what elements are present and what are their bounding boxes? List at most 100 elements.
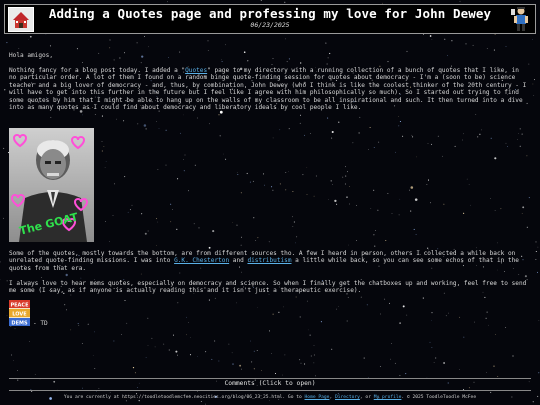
star bbox=[113, 340, 115, 342]
star bbox=[490, 391, 492, 393]
star bbox=[330, 180, 332, 182]
footer-directory-link[interactable]: Directory bbox=[335, 395, 360, 400]
star bbox=[101, 141, 103, 142]
star bbox=[410, 210, 412, 212]
star bbox=[459, 369, 460, 370]
star bbox=[495, 334, 496, 335]
star bbox=[177, 302, 179, 304]
intro-text-b: " page to my directory with a running co… bbox=[9, 67, 527, 112]
star bbox=[398, 214, 400, 216]
star bbox=[274, 372, 277, 375]
star bbox=[237, 174, 239, 176]
star bbox=[6, 42, 8, 44]
star bbox=[488, 324, 489, 326]
star bbox=[188, 322, 189, 323]
star bbox=[304, 134, 305, 136]
star bbox=[443, 362, 446, 364]
star bbox=[65, 273, 68, 277]
star bbox=[156, 245, 157, 246]
star bbox=[257, 307, 258, 308]
star bbox=[236, 302, 237, 304]
star bbox=[521, 133, 523, 135]
page-title: Adding a Quotes page and professing my l… bbox=[48, 6, 492, 21]
star bbox=[94, 368, 96, 370]
star bbox=[64, 304, 66, 306]
distributism-link[interactable]: distributism bbox=[247, 257, 291, 264]
star bbox=[443, 203, 445, 205]
star bbox=[82, 114, 83, 116]
star bbox=[205, 351, 207, 353]
star bbox=[140, 273, 142, 275]
footer-profile-link[interactable]: My profile bbox=[374, 395, 402, 400]
divider bbox=[9, 378, 531, 379]
star bbox=[493, 365, 495, 367]
star bbox=[4, 89, 6, 91]
footer-home-link[interactable]: Home Page bbox=[305, 395, 330, 400]
star bbox=[315, 175, 317, 177]
star bbox=[342, 176, 344, 178]
star bbox=[240, 192, 242, 194]
star bbox=[137, 387, 139, 388]
star bbox=[435, 357, 437, 359]
footer-text-c: , or bbox=[359, 395, 374, 400]
star bbox=[310, 355, 312, 357]
star bbox=[368, 149, 369, 150]
star bbox=[378, 141, 380, 143]
star bbox=[472, 44, 474, 46]
star bbox=[466, 178, 468, 180]
star bbox=[190, 337, 191, 338]
quotes-link[interactable]: Quotes bbox=[185, 67, 207, 74]
star bbox=[470, 204, 471, 206]
star bbox=[271, 64, 273, 65]
star bbox=[250, 340, 251, 342]
star bbox=[221, 59, 222, 61]
star bbox=[189, 354, 192, 356]
star bbox=[313, 345, 315, 346]
star bbox=[497, 242, 498, 244]
star bbox=[284, 38, 286, 40]
star bbox=[175, 350, 178, 353]
chesterton-link[interactable]: G.K. Chesterton bbox=[174, 257, 229, 264]
star bbox=[144, 36, 145, 37]
star bbox=[414, 198, 418, 201]
star bbox=[427, 179, 430, 181]
star bbox=[34, 374, 36, 375]
star bbox=[211, 358, 213, 360]
star bbox=[519, 128, 521, 130]
star bbox=[165, 164, 167, 166]
star bbox=[490, 198, 492, 199]
star bbox=[94, 331, 95, 333]
star bbox=[517, 139, 518, 140]
star bbox=[406, 314, 408, 316]
star bbox=[295, 242, 296, 244]
star bbox=[412, 136, 414, 138]
star bbox=[148, 46, 149, 48]
star bbox=[193, 223, 195, 225]
star bbox=[116, 118, 117, 120]
star bbox=[349, 186, 350, 187]
star bbox=[535, 241, 537, 243]
star bbox=[232, 222, 234, 223]
star bbox=[157, 221, 159, 223]
star bbox=[49, 45, 51, 47]
star bbox=[505, 142, 507, 144]
star bbox=[465, 43, 467, 45]
star bbox=[214, 340, 216, 342]
star bbox=[532, 39, 534, 40]
star bbox=[535, 250, 537, 253]
star bbox=[349, 203, 350, 205]
star bbox=[283, 306, 284, 308]
star bbox=[431, 320, 432, 321]
star bbox=[114, 183, 115, 185]
star bbox=[493, 49, 495, 51]
star bbox=[285, 189, 287, 191]
star bbox=[105, 161, 107, 162]
star bbox=[76, 48, 78, 50]
star bbox=[98, 388, 100, 389]
star bbox=[92, 355, 94, 356]
star bbox=[366, 304, 368, 306]
home-button[interactable] bbox=[8, 7, 34, 32]
star bbox=[241, 368, 242, 370]
comments-toggle-button[interactable]: Comments (Click to open) bbox=[0, 380, 540, 387]
star bbox=[239, 364, 242, 367]
